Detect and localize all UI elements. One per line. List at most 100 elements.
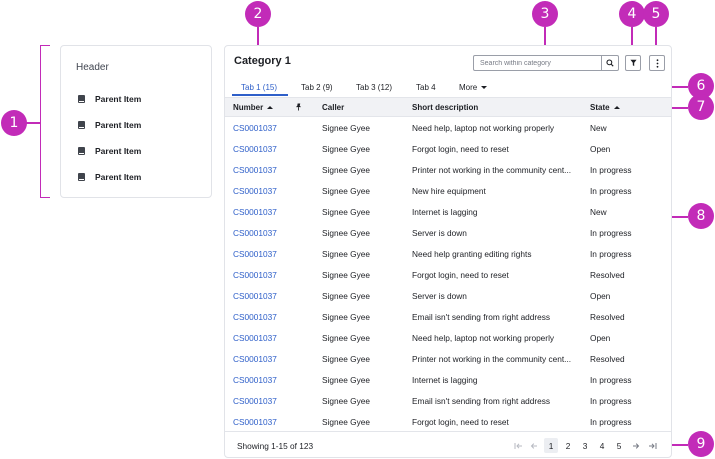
sort-ascending-icon (613, 106, 620, 110)
next-page-button[interactable] (629, 438, 643, 453)
row-state: In progress (590, 417, 632, 427)
row-number-link[interactable]: CS0001037 (233, 333, 277, 343)
row-description: Email isn't sending from right address (412, 396, 551, 406)
sidebar-header: Header (76, 62, 109, 73)
row-state: In progress (590, 375, 632, 385)
row-number-link[interactable]: CS0001037 (233, 165, 277, 175)
page-5-button[interactable]: 5 (612, 438, 626, 453)
table-header: Number Caller Short description State (225, 97, 671, 117)
tab-2[interactable]: Tab 2 (9) (301, 83, 333, 92)
table-row[interactable]: CS0001037 Signee Gyee Need help granting… (225, 243, 671, 264)
search-box (473, 55, 619, 71)
last-page-button[interactable] (645, 438, 659, 453)
row-state: In progress (590, 186, 632, 196)
table-row[interactable]: CS0001037 Signee Gyee Forgot login, need… (225, 411, 671, 432)
table-row[interactable]: CS0001037 Signee Gyee Printer not workin… (225, 348, 671, 369)
page-4-button[interactable]: 4 (595, 438, 609, 453)
table-row[interactable]: CS0001037 Signee Gyee Forgot login, need… (225, 138, 671, 159)
row-description: Need help, laptop not working properly (412, 333, 555, 343)
row-number-link[interactable]: CS0001037 (233, 354, 277, 364)
row-state: In progress (590, 165, 632, 175)
search-button[interactable] (601, 56, 618, 70)
column-header-state-label: State (590, 103, 610, 112)
row-caller: Signee Gyee (322, 186, 370, 196)
more-options-button[interactable] (649, 55, 665, 71)
tab-1[interactable]: Tab 1 (15) (241, 83, 277, 92)
row-state: In progress (590, 249, 632, 259)
sort-ascending-icon (267, 106, 274, 110)
column-header-number[interactable]: Number (233, 103, 274, 112)
active-tab-indicator (232, 94, 288, 96)
row-caller: Signee Gyee (322, 270, 370, 280)
row-number-link[interactable]: CS0001037 (233, 375, 277, 385)
tab-more[interactable]: More (459, 83, 488, 92)
sidebar-item-label: Parent Item (95, 120, 142, 130)
row-caller: Signee Gyee (322, 333, 370, 343)
search-input[interactable] (474, 56, 601, 70)
row-state: Open (590, 144, 611, 154)
callout-8: 8 (688, 203, 714, 229)
row-number-link[interactable]: CS0001037 (233, 417, 277, 427)
row-caller: Signee Gyee (322, 291, 370, 301)
row-number-link[interactable]: CS0001037 (233, 249, 277, 259)
sidebar-item[interactable]: Parent Item (78, 169, 141, 185)
table-row[interactable]: CS0001037 Signee Gyee Forgot login, need… (225, 264, 671, 285)
first-page-button[interactable] (511, 438, 525, 453)
sidebar-item[interactable]: Parent Item (78, 91, 141, 107)
tab-4[interactable]: Tab 4 (416, 83, 436, 92)
page-2-button[interactable]: 2 (561, 438, 575, 453)
row-number-link[interactable]: CS0001037 (233, 144, 277, 154)
callout-1: 1 (1, 110, 27, 136)
row-description: Printer not working in the community cen… (412, 165, 572, 175)
tab-more-label: More (459, 83, 478, 92)
column-header-caller[interactable]: Caller (322, 103, 344, 112)
column-header-state[interactable]: State (590, 103, 620, 112)
column-header-number-label: Number (233, 103, 264, 112)
filter-icon (629, 59, 637, 67)
table-row[interactable]: CS0001037 Signee Gyee New hire equipment… (225, 180, 671, 201)
page-1-button[interactable]: 1 (544, 438, 558, 453)
first-page-icon (514, 442, 522, 449)
sidebar-item[interactable]: Parent Item (78, 117, 141, 133)
row-description: New hire equipment (412, 186, 486, 196)
page-3-button[interactable]: 3 (578, 438, 592, 453)
table-row[interactable]: CS0001037 Signee Gyee Email isn't sendin… (225, 390, 671, 411)
row-number-link[interactable]: CS0001037 (233, 123, 277, 133)
table-row[interactable]: CS0001037 Signee Gyee Internet is laggin… (225, 369, 671, 390)
table-row[interactable]: CS0001037 Signee Gyee Need help, laptop … (225, 117, 671, 138)
row-number-link[interactable]: CS0001037 (233, 207, 277, 217)
table-row[interactable]: CS0001037 Signee Gyee Email isn't sendin… (225, 306, 671, 327)
table-row[interactable]: CS0001037 Signee Gyee Internet is laggin… (225, 201, 671, 222)
row-caller: Signee Gyee (322, 396, 370, 406)
sidebar-card: Header Parent Item Parent Item Parent It… (60, 45, 212, 198)
row-caller: Signee Gyee (322, 375, 370, 385)
row-number-link[interactable]: CS0001037 (233, 270, 277, 280)
row-description: Need help granting editing rights (412, 249, 532, 259)
row-number-link[interactable]: CS0001037 (233, 396, 277, 406)
row-caller: Signee Gyee (322, 417, 370, 427)
table-row[interactable]: CS0001037 Signee Gyee Printer not workin… (225, 159, 671, 180)
sidebar-item-label: Parent Item (95, 94, 142, 104)
sidebar-item[interactable]: Parent Item (78, 143, 141, 159)
row-number-link[interactable]: CS0001037 (233, 312, 277, 322)
tab-3[interactable]: Tab 3 (12) (356, 83, 392, 92)
row-caller: Signee Gyee (322, 165, 370, 175)
table-row[interactable]: CS0001037 Signee Gyee Server is down Ope… (225, 285, 671, 306)
table-row[interactable]: CS0001037 Signee Gyee Server is down In … (225, 222, 671, 243)
row-description: Internet is lagging (412, 207, 478, 217)
prev-page-button[interactable] (527, 438, 541, 453)
row-number-link[interactable]: CS0001037 (233, 186, 277, 196)
row-number-link[interactable]: CS0001037 (233, 291, 277, 301)
table-row[interactable]: CS0001037 Signee Gyee Need help, laptop … (225, 327, 671, 348)
row-number-link[interactable]: CS0001037 (233, 228, 277, 238)
filter-button[interactable] (625, 55, 641, 71)
column-header-pin[interactable] (295, 103, 302, 113)
row-caller: Signee Gyee (322, 228, 370, 238)
book-icon (78, 147, 85, 155)
last-page-icon (648, 442, 656, 449)
row-caller: Signee Gyee (322, 354, 370, 364)
row-description: Forgot login, need to reset (412, 417, 509, 427)
row-description: Server is down (412, 291, 467, 301)
column-header-short-description[interactable]: Short description (412, 103, 478, 112)
row-description: Forgot login, need to reset (412, 144, 509, 154)
